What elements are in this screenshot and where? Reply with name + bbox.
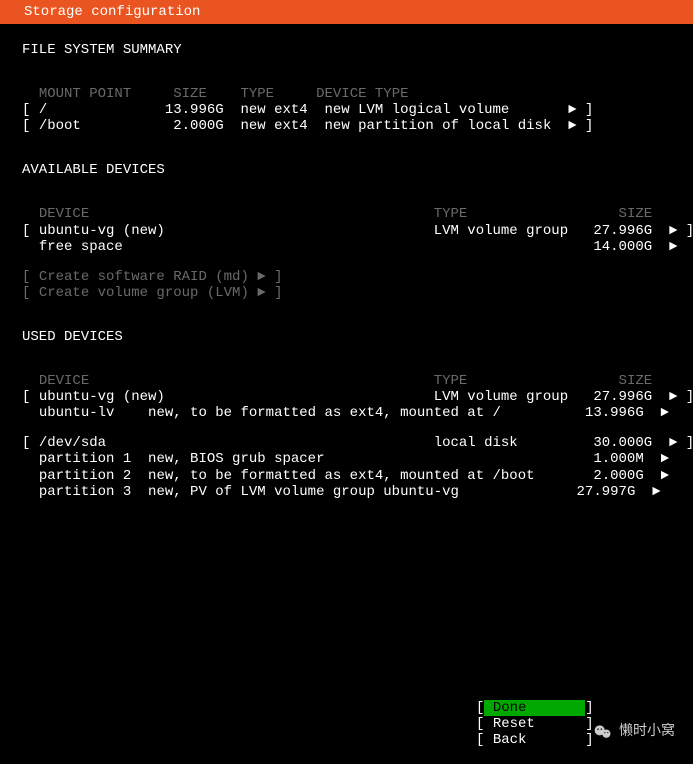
- watermark-text: 懒时小窝: [619, 724, 675, 740]
- used-row-partition1[interactable]: partition 1 new, BIOS grub spacer 1.000M…: [22, 451, 671, 467]
- used-devices-title: USED DEVICES: [22, 329, 671, 345]
- avail-row-ubuntu-vg[interactable]: [ ubuntu-vg (new) LVM volume group 27.99…: [22, 223, 671, 239]
- fs-summary-title: FILE SYSTEM SUMMARY: [22, 42, 671, 58]
- triangle-right-icon: ►: [652, 484, 660, 500]
- action-create-lvm: [ Create volume group (LVM) ► ]: [22, 285, 671, 301]
- back-button[interactable]: [ Back ]: [476, 732, 594, 748]
- triangle-right-icon: ►: [669, 435, 677, 451]
- header-title: Storage configuration: [24, 4, 200, 20]
- triangle-right-icon: ►: [669, 223, 677, 239]
- used-row-partition2[interactable]: partition 2 new, to be formatted as ext4…: [22, 468, 671, 484]
- content-area: FILE SYSTEM SUMMARY MOUNT POINT SIZE TYP…: [0, 24, 693, 510]
- triangle-right-icon: ►: [661, 451, 669, 467]
- used-row-dev-sda[interactable]: [ /dev/sda local disk 30.000G ► ]: [22, 435, 671, 451]
- used-row-ubuntu-vg[interactable]: [ ubuntu-vg (new) LVM volume group 27.99…: [22, 389, 671, 405]
- triangle-right-icon: ►: [568, 118, 576, 134]
- bottom-buttons: [ Done ] [ Reset ] [ Back ]: [476, 700, 594, 748]
- used-row-ubuntu-lv[interactable]: ubuntu-lv new, to be formatted as ext4, …: [22, 405, 671, 421]
- triangle-right-icon: ►: [661, 468, 669, 484]
- avail-columns: DEVICE TYPE SIZE: [22, 206, 671, 222]
- fs-summary-columns: MOUNT POINT SIZE TYPE DEVICE TYPE: [22, 86, 671, 102]
- avail-devices-title: AVAILABLE DEVICES: [22, 162, 671, 178]
- done-button[interactable]: [ Done ]: [476, 700, 594, 716]
- triangle-right-icon: ►: [257, 269, 265, 285]
- wechat-icon: [593, 722, 613, 742]
- triangle-right-icon: ►: [669, 239, 677, 255]
- fs-row-root[interactable]: [ / 13.996G new ext4 new LVM logical vol…: [22, 102, 671, 118]
- action-create-raid: [ Create software RAID (md) ► ]: [22, 269, 671, 285]
- triangle-right-icon: ►: [661, 405, 669, 421]
- used-row-partition3[interactable]: partition 3 new, PV of LVM volume group …: [22, 484, 671, 500]
- triangle-right-icon: ►: [669, 389, 677, 405]
- triangle-right-icon: ►: [257, 285, 265, 301]
- fs-row-boot[interactable]: [ /boot 2.000G new ext4 new partition of…: [22, 118, 671, 134]
- watermark: 懒时小窝: [593, 722, 675, 742]
- reset-button[interactable]: [ Reset ]: [476, 716, 594, 732]
- header-bar: Storage configuration: [0, 0, 693, 24]
- used-columns: DEVICE TYPE SIZE: [22, 373, 671, 389]
- avail-row-free-space[interactable]: free space 14.000G ►: [22, 239, 671, 255]
- triangle-right-icon: ►: [568, 102, 576, 118]
